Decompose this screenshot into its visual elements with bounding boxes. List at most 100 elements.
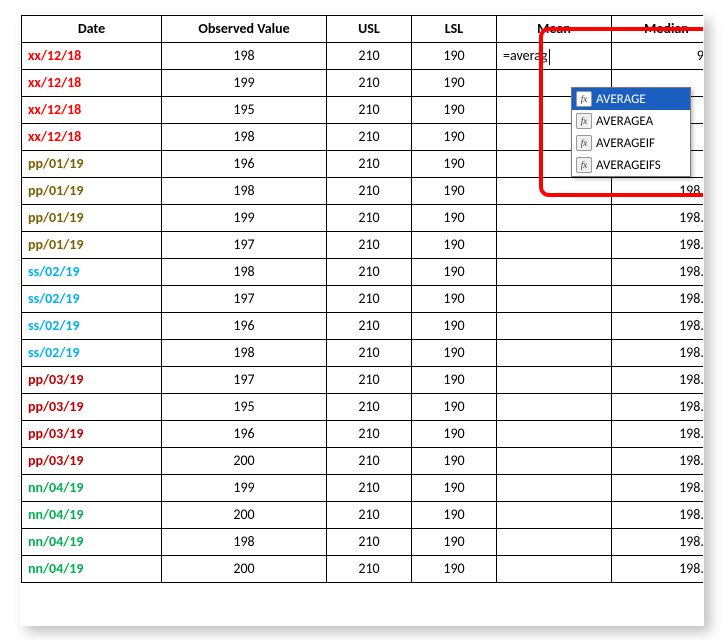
cell-observed-value[interactable]: 197 — [162, 232, 327, 259]
cell-mean[interactable] — [497, 421, 612, 448]
autocomplete-item[interactable]: fxAVERAGEIFS — [572, 154, 690, 176]
cell-observed-value[interactable]: 197 — [162, 367, 327, 394]
cell-date[interactable]: nn/04/19 — [22, 556, 162, 583]
cell-date[interactable]: pp/03/19 — [22, 421, 162, 448]
cell-lsl[interactable]: 190 — [412, 232, 497, 259]
cell-usl[interactable]: 210 — [327, 97, 412, 124]
cell-median[interactable]: 198.0 — [612, 205, 705, 232]
cell-date[interactable]: pp/01/19 — [22, 151, 162, 178]
cell-observed-value[interactable]: 200 — [162, 556, 327, 583]
cell-usl[interactable]: 210 — [327, 340, 412, 367]
cell-median[interactable]: 198.0 — [612, 502, 705, 529]
cell-lsl[interactable]: 190 — [412, 151, 497, 178]
cell-median[interactable]: 198.0 — [612, 448, 705, 475]
cell-mean[interactable] — [497, 286, 612, 313]
cell-date[interactable]: xx/12/18 — [22, 97, 162, 124]
cell-mean[interactable] — [497, 367, 612, 394]
cell-mean[interactable] — [497, 394, 612, 421]
cell-median[interactable]: 198.0 — [612, 475, 705, 502]
cell-median[interactable]: 198.0 — [612, 367, 705, 394]
cell-mean[interactable] — [497, 340, 612, 367]
autocomplete-item[interactable]: fxAVERAGE — [572, 88, 690, 110]
cell-usl[interactable]: 210 — [327, 421, 412, 448]
cell-mean[interactable] — [497, 178, 612, 205]
cell-lsl[interactable]: 190 — [412, 448, 497, 475]
cell-lsl[interactable]: 190 — [412, 43, 497, 70]
cell-observed-value[interactable]: 199 — [162, 475, 327, 502]
cell-observed-value[interactable]: 197 — [162, 286, 327, 313]
cell-lsl[interactable]: 190 — [412, 70, 497, 97]
cell-date[interactable]: nn/04/19 — [22, 475, 162, 502]
cell-usl[interactable]: 210 — [327, 286, 412, 313]
cell-usl[interactable]: 210 — [327, 205, 412, 232]
cell-date[interactable]: ss/02/19 — [22, 313, 162, 340]
cell-date[interactable]: xx/12/18 — [22, 43, 162, 70]
cell-usl[interactable]: 210 — [327, 259, 412, 286]
formula-input-text[interactable]: =averag — [503, 43, 548, 69]
cell-observed-value[interactable]: 196 — [162, 313, 327, 340]
cell-lsl[interactable]: 190 — [412, 475, 497, 502]
cell-date[interactable]: xx/12/18 — [22, 70, 162, 97]
header-date[interactable]: Date — [22, 16, 162, 43]
cell-observed-value[interactable]: 198 — [162, 340, 327, 367]
cell-mean[interactable] — [497, 475, 612, 502]
cell-lsl[interactable]: 190 — [412, 259, 497, 286]
cell-observed-value[interactable]: 198 — [162, 529, 327, 556]
cell-mean[interactable] — [497, 232, 612, 259]
cell-mean[interactable] — [497, 259, 612, 286]
cell-usl[interactable]: 210 — [327, 475, 412, 502]
formula-autocomplete-dropdown[interactable]: fxAVERAGEfxAVERAGEAfxAVERAGEIFfxAVERAGEI… — [571, 87, 691, 177]
autocomplete-item[interactable]: fxAVERAGEIF — [572, 132, 690, 154]
cell-usl[interactable]: 210 — [327, 124, 412, 151]
cell-mean[interactable] — [497, 313, 612, 340]
cell-median[interactable]: 198.0 — [612, 178, 705, 205]
cell-observed-value[interactable]: 196 — [162, 151, 327, 178]
cell-lsl[interactable]: 190 — [412, 124, 497, 151]
cell-lsl[interactable]: 190 — [412, 529, 497, 556]
cell-lsl[interactable]: 190 — [412, 421, 497, 448]
cell-usl[interactable]: 210 — [327, 502, 412, 529]
cell-lsl[interactable]: 190 — [412, 205, 497, 232]
header-median[interactable]: Median — [612, 16, 705, 43]
cell-median[interactable]: 198.0 — [612, 340, 705, 367]
cell-date[interactable]: pp/01/19 — [22, 178, 162, 205]
cell-usl[interactable]: 210 — [327, 367, 412, 394]
cell-mean[interactable] — [497, 502, 612, 529]
header-mean[interactable]: Mean — [497, 16, 612, 43]
cell-mean[interactable]: =averag — [497, 43, 612, 70]
cell-median[interactable]: 198.0 — [612, 286, 705, 313]
cell-date[interactable]: nn/04/19 — [22, 502, 162, 529]
cell-observed-value[interactable]: 195 — [162, 394, 327, 421]
autocomplete-item[interactable]: fxAVERAGEA — [572, 110, 690, 132]
header-observed[interactable]: Observed Value — [162, 16, 327, 43]
cell-usl[interactable]: 210 — [327, 151, 412, 178]
cell-observed-value[interactable]: 200 — [162, 502, 327, 529]
cell-observed-value[interactable]: 198 — [162, 178, 327, 205]
cell-observed-value[interactable]: 199 — [162, 205, 327, 232]
cell-median[interactable]: 98 — [612, 43, 705, 70]
cell-mean[interactable] — [497, 448, 612, 475]
cell-date[interactable]: pp/03/19 — [22, 394, 162, 421]
cell-observed-value[interactable]: 198 — [162, 124, 327, 151]
cell-date[interactable]: xx/12/18 — [22, 124, 162, 151]
cell-median[interactable]: 198.0 — [612, 232, 705, 259]
cell-lsl[interactable]: 190 — [412, 394, 497, 421]
cell-mean[interactable] — [497, 556, 612, 583]
cell-usl[interactable]: 210 — [327, 232, 412, 259]
cell-lsl[interactable]: 190 — [412, 556, 497, 583]
cell-usl[interactable]: 210 — [327, 556, 412, 583]
cell-lsl[interactable]: 190 — [412, 340, 497, 367]
cell-observed-value[interactable]: 199 — [162, 70, 327, 97]
cell-median[interactable]: 198.0 — [612, 421, 705, 448]
cell-lsl[interactable]: 190 — [412, 313, 497, 340]
cell-usl[interactable]: 210 — [327, 529, 412, 556]
cell-lsl[interactable]: 190 — [412, 178, 497, 205]
cell-observed-value[interactable]: 196 — [162, 421, 327, 448]
cell-date[interactable]: ss/02/19 — [22, 340, 162, 367]
cell-date[interactable]: ss/02/19 — [22, 286, 162, 313]
cell-observed-value[interactable]: 198 — [162, 43, 327, 70]
header-usl[interactable]: USL — [327, 16, 412, 43]
cell-median[interactable]: 198.0 — [612, 529, 705, 556]
cell-usl[interactable]: 210 — [327, 43, 412, 70]
cell-usl[interactable]: 210 — [327, 178, 412, 205]
